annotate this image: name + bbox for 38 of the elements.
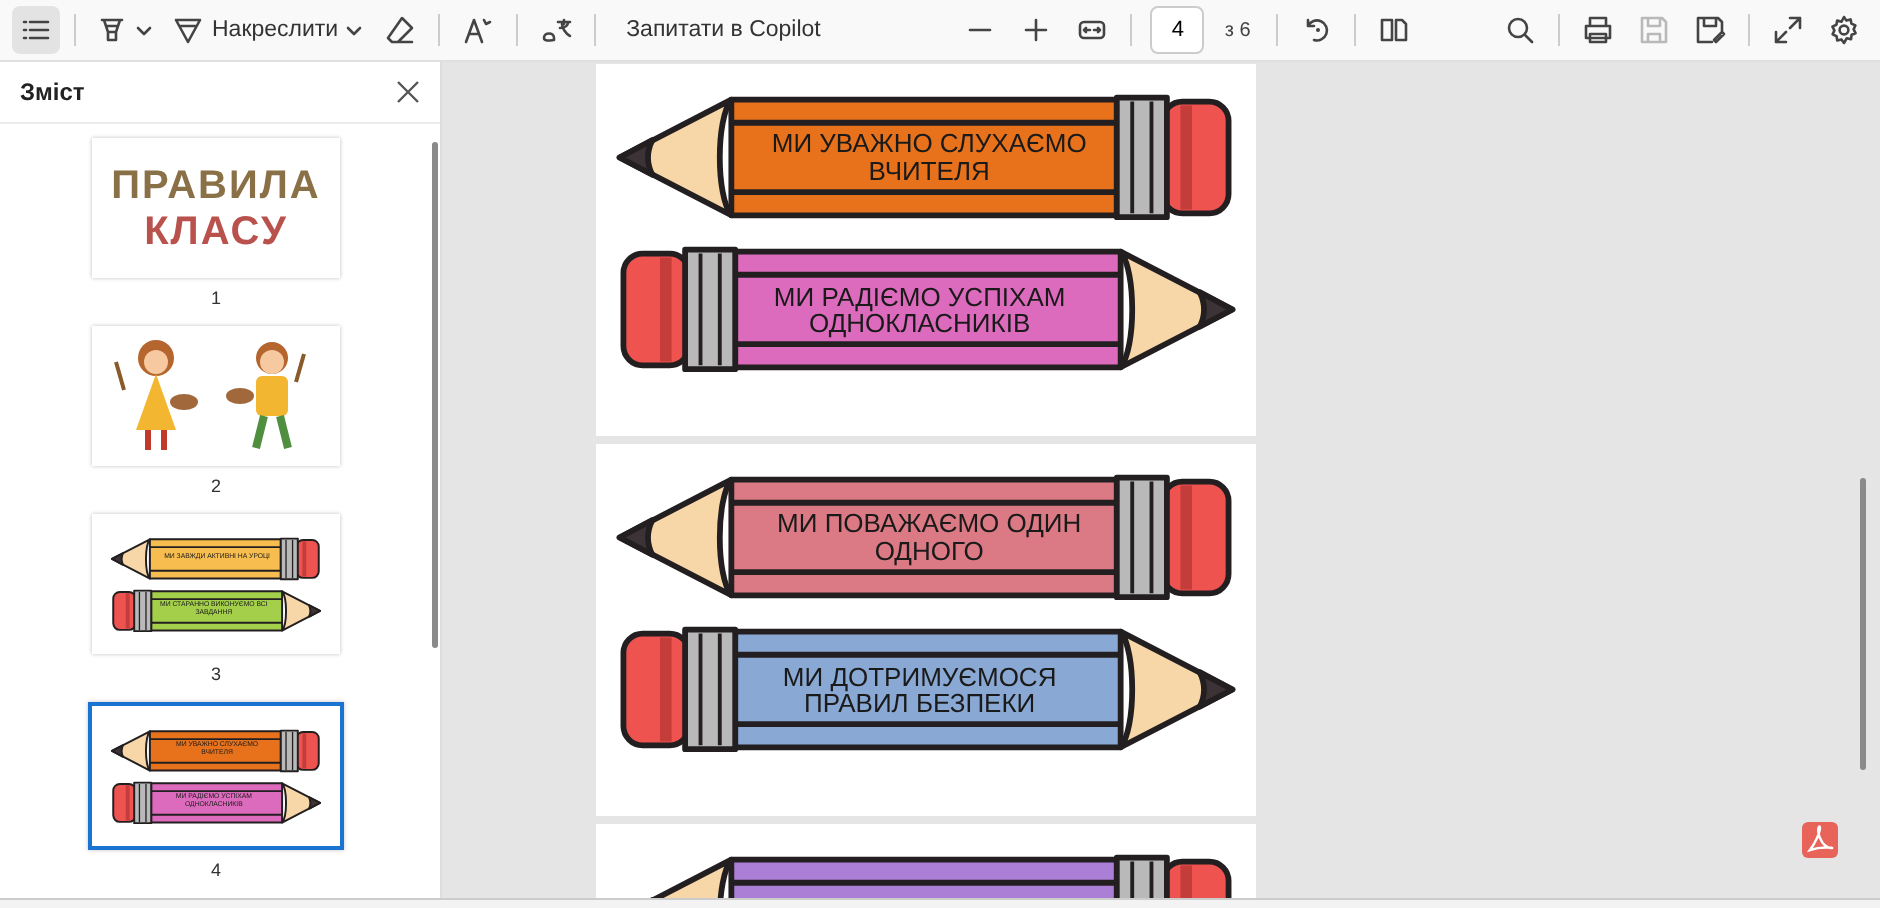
pencil-label: МИ ДОТРИМУЄМОСЯ ПРАВИЛ БЕЗПЕКИ bbox=[780, 659, 1059, 723]
page-count: з 6 bbox=[1222, 19, 1253, 41]
thumbnail-number: 1 bbox=[210, 288, 221, 308]
caret-icon bbox=[346, 22, 363, 38]
thumbnail-title: КЛАСУ bbox=[144, 211, 288, 251]
expand-icon bbox=[1772, 14, 1804, 46]
page-number-field[interactable]: 4 bbox=[1150, 6, 1205, 54]
search-icon bbox=[1504, 14, 1536, 46]
scrollbar-thumb[interactable] bbox=[432, 142, 438, 648]
pdf-icon bbox=[1802, 822, 1838, 858]
eraser-icon bbox=[384, 14, 417, 46]
minus-icon bbox=[968, 28, 993, 32]
thumbnail-title: ПРАВИЛА bbox=[111, 165, 321, 205]
text-speech-icon bbox=[462, 14, 495, 46]
scrollbar-thumb[interactable] bbox=[1860, 478, 1866, 770]
pencil-label: МИ РАДІЄМО УСПІХАМ ОДНОКЛАСНИКІВ bbox=[771, 279, 1068, 343]
printer-icon bbox=[1582, 14, 1614, 46]
caret-icon bbox=[136, 22, 152, 38]
two-page-icon bbox=[1378, 14, 1411, 46]
plus-icon bbox=[1020, 14, 1053, 46]
contents-button[interactable] bbox=[12, 6, 60, 54]
close-button[interactable] bbox=[392, 76, 424, 108]
draw-icon bbox=[172, 14, 204, 46]
thumbnail-number: 2 bbox=[210, 476, 221, 496]
copilot-button[interactable]: Запитати в Copilot bbox=[610, 6, 837, 54]
draw-button[interactable]: Накреслити bbox=[166, 6, 369, 54]
highlighter-icon bbox=[96, 14, 128, 46]
close-icon bbox=[396, 80, 420, 104]
page-thumbnail[interactable]: ПРАВИЛА КЛАСУ bbox=[92, 138, 340, 278]
pencil-label: МИ УВАЖНО СЛУХАЄМО ВЧИТЕЛЯ bbox=[769, 126, 1089, 190]
pencil-label: МИ ПОВАЖАЄМО ОДИН ОДНОГО bbox=[775, 506, 1084, 570]
gear-icon bbox=[1828, 14, 1860, 46]
translate-icon bbox=[540, 14, 573, 46]
save-edit-icon bbox=[1694, 14, 1726, 46]
save-icon bbox=[1638, 14, 1670, 46]
sidebar-title: Зміст bbox=[20, 78, 85, 106]
thumbnail-number: 3 bbox=[210, 664, 221, 684]
thumbnail-number: 4 bbox=[210, 860, 221, 880]
